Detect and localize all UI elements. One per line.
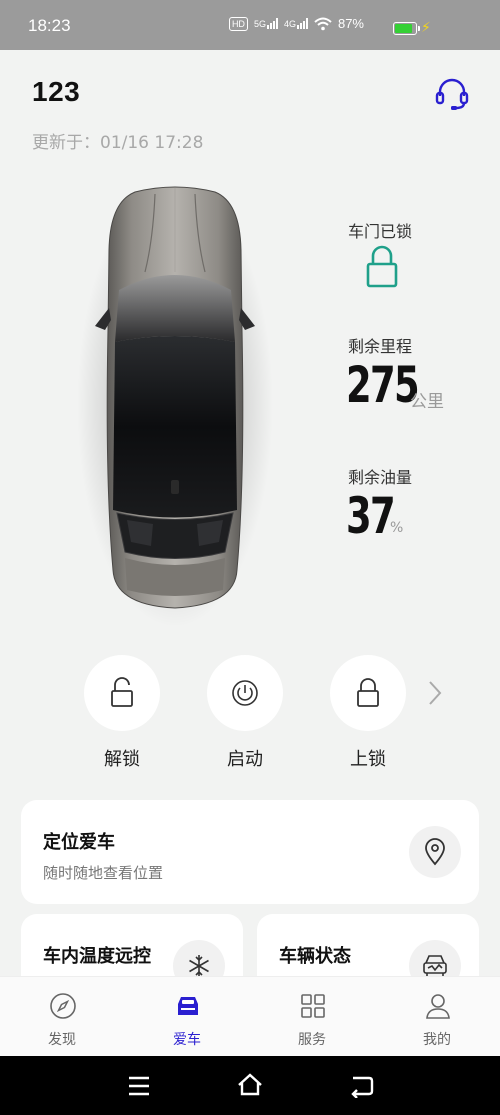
person-icon <box>426 994 450 1019</box>
hd-badge: HD <box>228 16 248 31</box>
tab-profile[interactable]: 我的 <box>387 977 487 1057</box>
last-updated: 更新于：01/16 17:28 <box>32 133 204 153</box>
unlock-label: 解锁 <box>104 749 140 770</box>
lock-button-circle[interactable] <box>330 655 406 731</box>
start-button-circle[interactable] <box>207 655 283 731</box>
bottom-tab-bar: 发现 爱车 服务 我的 <box>0 976 500 1056</box>
wifi-icon <box>314 17 332 30</box>
back-icon[interactable] <box>349 1074 375 1098</box>
range-label: 剩余里程 <box>348 337 413 356</box>
car-icon <box>178 997 198 1015</box>
net-4g-label: 4G <box>283 19 296 29</box>
signal-4g-icon: 4G <box>284 18 308 29</box>
unlock-button-circle[interactable] <box>84 655 160 731</box>
range-unit: 公里 <box>410 392 444 412</box>
tab-discover-label: 发现 <box>48 1032 76 1048</box>
location-pin-icon <box>425 838 445 866</box>
climate-card-title: 车内温度远控 <box>43 946 151 967</box>
fuel-label: 剩余油量 <box>348 468 413 487</box>
grid-icon <box>301 994 325 1018</box>
power-icon <box>232 680 258 706</box>
status-card-title: 车辆状态 <box>279 946 351 967</box>
fuel-unit: % <box>390 520 404 536</box>
tab-services-label: 服务 <box>298 1032 326 1048</box>
tab-my-car-label: 爱车 <box>173 1032 201 1048</box>
locate-card-title: 定位爱车 <box>43 832 115 853</box>
chevron-right-icon[interactable] <box>426 678 444 708</box>
tab-my-car[interactable]: 爱车 <box>137 977 237 1057</box>
door-locked-icon <box>366 245 398 288</box>
home-icon[interactable] <box>236 1072 264 1098</box>
battery-percent: 87% <box>337 16 364 31</box>
start-button[interactable]: 启动 <box>207 655 283 771</box>
range-value: 275 <box>346 356 420 414</box>
battery-icon <box>393 22 420 35</box>
door-status-label: 车门已锁 <box>348 222 413 241</box>
tab-services[interactable]: 服务 <box>262 977 362 1057</box>
status-bar: 18:23 HD 5G 4G 87% ⚡ <box>0 0 500 50</box>
net-5g-label: 5G <box>253 19 266 29</box>
car-top-view-image <box>77 183 273 627</box>
car-name: 123 <box>32 76 81 107</box>
unlock-button[interactable]: 解锁 <box>84 655 160 771</box>
start-label: 启动 <box>227 749 263 770</box>
charging-bolt-icon: ⚡ <box>421 20 431 36</box>
lock-button[interactable]: 上锁 <box>330 655 406 771</box>
lock-label: 上锁 <box>350 749 386 770</box>
locate-card-subtitle: 随时随地查看位置 <box>43 864 164 882</box>
fuel-value: 37 <box>346 487 396 545</box>
lock-icon <box>357 678 379 707</box>
tab-profile-label: 我的 <box>423 1032 451 1048</box>
headset-icon[interactable] <box>432 74 472 114</box>
system-navigation-bar <box>0 1056 500 1115</box>
menu-icon[interactable] <box>127 1075 151 1097</box>
signal-5g-icon: 5G <box>254 18 278 29</box>
status-time: 18:23 <box>28 16 71 35</box>
unlock-icon <box>111 677 133 707</box>
status-icons: HD 5G 4G 87% <box>228 16 364 31</box>
locate-icon-circle <box>409 826 461 878</box>
compass-icon <box>50 993 76 1019</box>
tab-discover[interactable]: 发现 <box>12 977 112 1057</box>
locate-car-card[interactable]: 定位爱车 随时随地查看位置 <box>21 800 479 904</box>
